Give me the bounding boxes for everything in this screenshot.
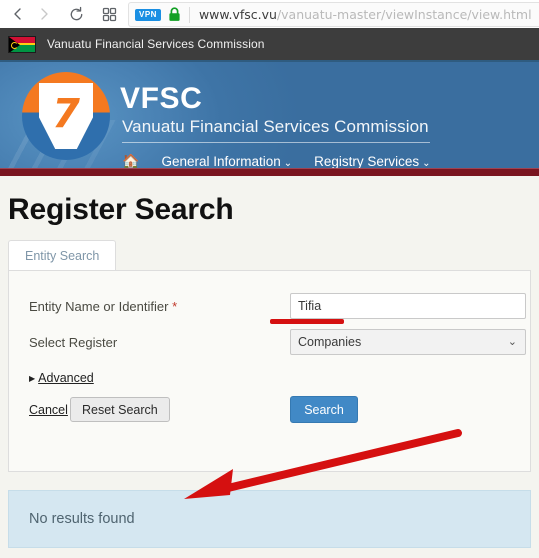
nav-label-general-information: General Information — [161, 153, 281, 169]
select-register-label: Select Register — [29, 335, 118, 350]
annotation-underline — [270, 319, 344, 324]
reset-search-label: Reset Search — [82, 402, 158, 417]
home-icon[interactable]: 🏠 — [122, 154, 139, 168]
vpn-badge[interactable]: VPN — [135, 8, 161, 21]
address-bar-divider — [188, 6, 190, 23]
browser-toolbar: VPN www.vfsc.vu/vanuatu-master/viewInsta… — [0, 0, 539, 28]
site-banner: 7 VFSC Vanuatu Financial Services Commis… — [0, 60, 539, 172]
apps-button[interactable] — [96, 1, 122, 27]
advanced-label: Advanced — [38, 371, 94, 385]
search-button-label: Search — [304, 402, 344, 417]
reset-search-button[interactable]: Reset Search — [70, 397, 170, 422]
padlock-secure-icon[interactable] — [168, 7, 181, 22]
url-path: /vanuatu-master/viewInstance/view.html — [276, 7, 532, 22]
chevron-down-icon: ⌄ — [283, 157, 293, 169]
brand-acronym: VFSC — [120, 82, 203, 115]
site-title-strip: Vanuatu Financial Services Commission — [0, 28, 539, 60]
brand-full-name: Vanuatu Financial Services Commission — [122, 117, 429, 136]
cancel-link[interactable]: Cancel — [29, 403, 68, 417]
entity-name-label: Entity Name or Identifier * — [29, 299, 177, 314]
search-button[interactable]: Search — [290, 396, 358, 423]
entity-name-label-text: Entity Name or Identifier — [29, 299, 169, 314]
logo-seven-mark: 7 — [52, 91, 80, 137]
results-message: No results found — [29, 511, 135, 527]
forward-button[interactable] — [31, 1, 57, 27]
nav-item-registry-services[interactable]: Registry Services ⌄ — [314, 154, 430, 169]
entity-name-value: Tifia — [298, 299, 322, 313]
grid-apps-icon — [102, 7, 117, 22]
reload-button[interactable] — [63, 1, 89, 27]
select-register-dropdown[interactable]: Companies ⌄ — [290, 329, 526, 355]
nav-item-general-information[interactable]: General Information ⌄ — [161, 154, 292, 169]
tab-label-entity-search: Entity Search — [25, 248, 100, 263]
search-form-panel: Entity Name or Identifier * Tifia Select… — [8, 270, 531, 472]
chevron-down-icon: ⌄ — [422, 157, 431, 169]
results-message-box: No results found — [8, 490, 531, 548]
reload-icon — [68, 6, 85, 23]
select-register-value: Companies — [298, 335, 362, 349]
address-bar[interactable]: VPN www.vfsc.vu/vanuatu-master/viewInsta… — [128, 2, 539, 27]
browser-window: VPN www.vfsc.vu/vanuatu-master/viewInsta… — [0, 0, 539, 558]
chevron-down-icon: ⌄ — [507, 336, 517, 348]
required-asterisk: * — [172, 299, 178, 314]
tab-entity-search[interactable]: Entity Search — [8, 240, 117, 270]
chevron-left-icon — [10, 6, 26, 22]
vfsc-logo-icon[interactable]: 7 — [22, 72, 110, 160]
back-button[interactable] — [5, 1, 31, 27]
url-text: www.vfsc.vu/vanuatu-master/viewInstance/… — [199, 7, 532, 22]
banner-bottom-rule — [0, 168, 539, 176]
site-title: Vanuatu Financial Services Commission — [47, 37, 265, 51]
flag-boar-tusk-emblem — [10, 42, 18, 49]
url-domain: www.vfsc.vu — [198, 7, 277, 22]
vanuatu-flag-icon — [8, 35, 36, 53]
tab-bar: Entity Search — [8, 240, 531, 270]
page-title: Register Search — [8, 193, 234, 226]
chevron-right-icon — [36, 6, 52, 22]
entity-name-input[interactable]: Tifia — [290, 293, 526, 319]
brand-divider — [122, 142, 430, 143]
nav-label-registry-services: Registry Services — [314, 153, 420, 169]
advanced-toggle[interactable]: ▶ Advanced — [29, 371, 94, 385]
triangle-right-icon: ▶ — [29, 373, 36, 383]
